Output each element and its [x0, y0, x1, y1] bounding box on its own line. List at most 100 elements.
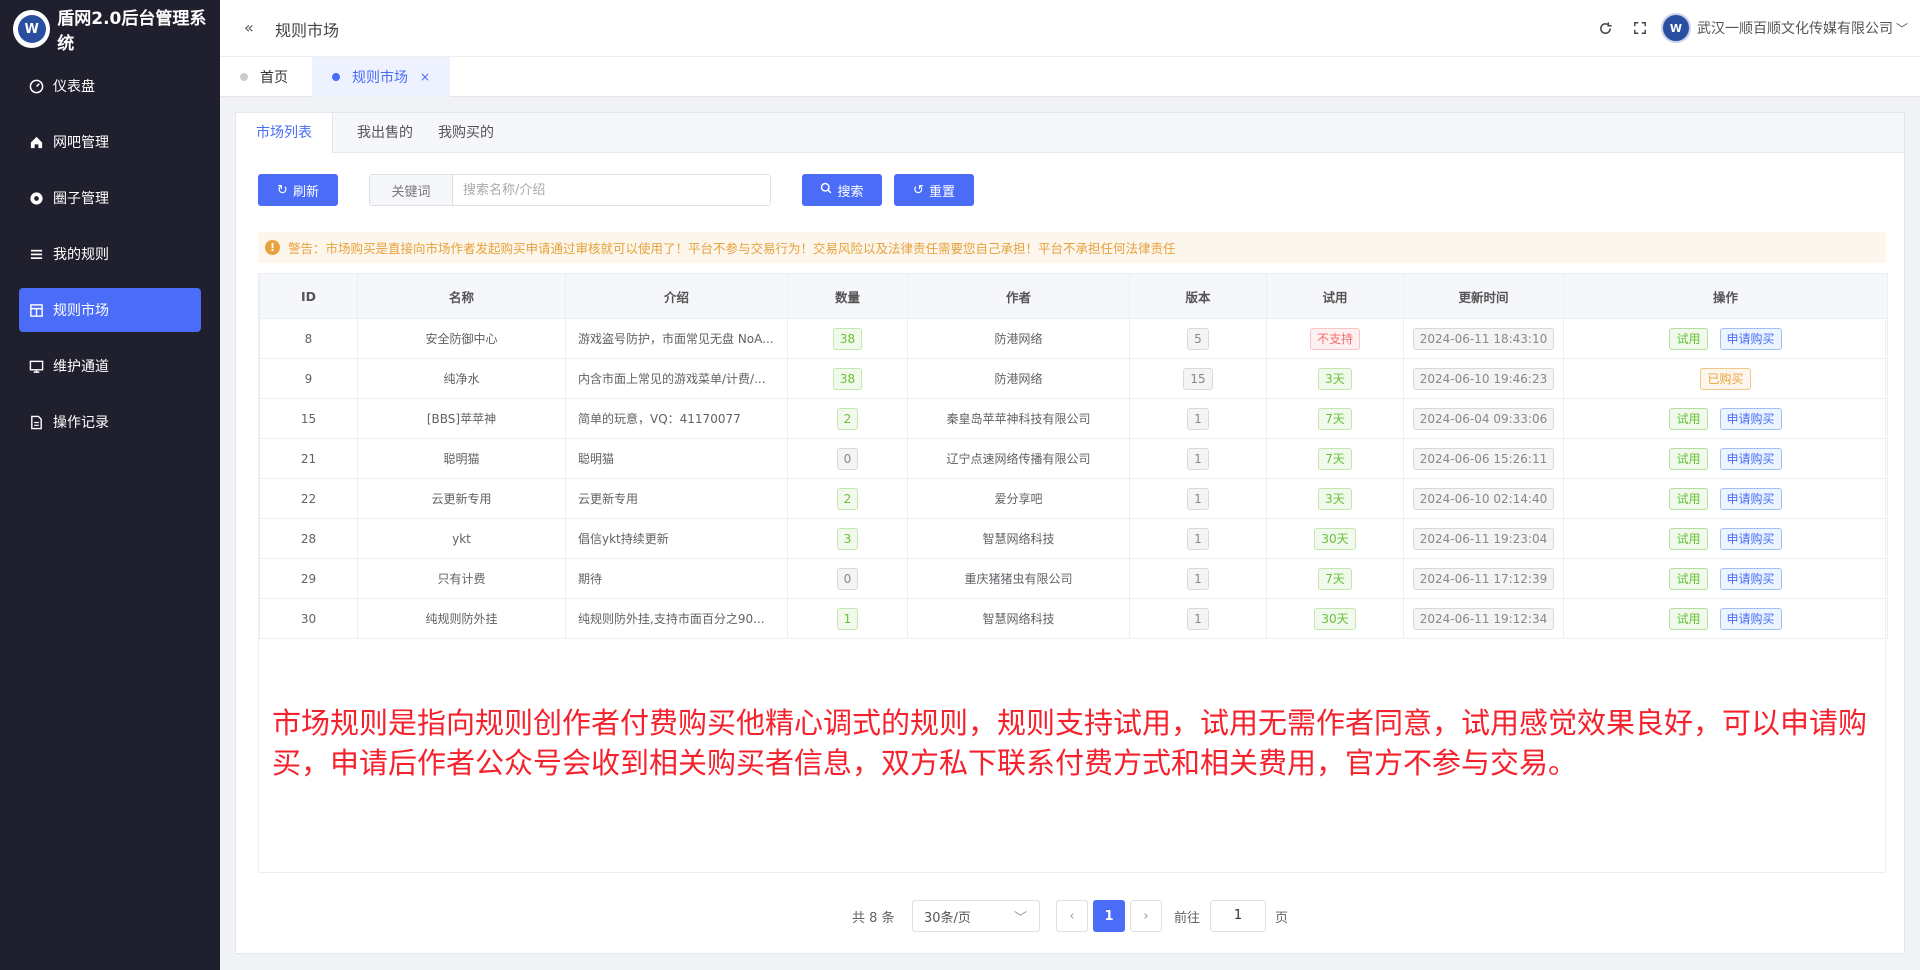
- try-button[interactable]: 试用: [1669, 487, 1708, 510]
- sidebar-item-maintenance[interactable]: 维护通道: [19, 344, 201, 388]
- reset-button[interactable]: ↺ 重置: [894, 174, 974, 206]
- next-page-button[interactable]: ›: [1130, 900, 1162, 932]
- updated-badge: 2024-06-04 09:33:06: [1412, 407, 1555, 430]
- try-button[interactable]: 试用: [1669, 327, 1708, 350]
- sub-tabs: 市场列表 我出售的 我购买的: [236, 113, 1904, 154]
- cell-actions: 试用 申请购买: [1563, 318, 1888, 359]
- cell-updated: 2024-06-11 19:23:04: [1403, 518, 1564, 559]
- try-button[interactable]: 试用: [1669, 527, 1708, 550]
- apply-purchase-button[interactable]: 申请购买: [1719, 447, 1782, 470]
- cell-intro: 纯规则防外挂,支持市面百分之90...: [565, 598, 788, 639]
- table-row: 21 聪明猫 聪明猫 0 辽宁点速网络传播有限公司 1 7天 2024-06-06 15:26…: [259, 438, 1888, 479]
- search-input[interactable]: [453, 175, 770, 205]
- cell-updated: 2024-06-11 19:12:34: [1403, 598, 1564, 639]
- cell-name: 纯净水: [357, 358, 566, 399]
- sidebar-item-operation-log[interactable]: 操作记录: [19, 400, 201, 444]
- cell-id: 29: [259, 558, 358, 599]
- page-size-value: 30条/页: [924, 910, 971, 926]
- sidebar-item-my-rules[interactable]: 我的规则: [19, 232, 201, 276]
- tab-dot-icon: [240, 73, 248, 81]
- goto-label: 前往: [1174, 910, 1201, 926]
- cell-qty: 38: [787, 358, 908, 399]
- chevron-down-icon[interactable]: ﹀: [1896, 20, 1908, 37]
- search-label: 搜索: [837, 184, 864, 200]
- sidebar-item-netbar[interactable]: 网吧管理: [19, 120, 201, 164]
- try-button[interactable]: 试用: [1669, 447, 1708, 470]
- sidebar-item-label: 网吧管理: [53, 135, 109, 151]
- try-button[interactable]: 试用: [1669, 607, 1708, 630]
- cell-author: 重庆猪猪虫有限公司: [907, 558, 1130, 599]
- company-name[interactable]: 武汉一顺百顺文化传媒有限公司: [1697, 18, 1893, 38]
- reload-icon[interactable]: [1589, 13, 1623, 43]
- table-row: 28 ykt 倡信ykt持续更新 3 智慧网络科技 1 30天 2024-06-11 19:2…: [259, 518, 1888, 559]
- cell-author: 秦皇岛苹苹神科技有限公司: [907, 398, 1130, 439]
- keyword-search-group: 关键词: [369, 174, 771, 206]
- cell-trial: 3天: [1266, 478, 1404, 519]
- tab-label: 首页: [260, 70, 288, 86]
- collapse-sidebar-icon[interactable]: «: [244, 18, 254, 37]
- refresh-button[interactable]: ↻ 刷新: [258, 174, 338, 206]
- trial-badge: 7天: [1318, 407, 1352, 430]
- cell-qty: 1: [787, 598, 908, 639]
- tab-rule-market[interactable]: 规则市场 ×: [312, 57, 451, 97]
- app-logo[interactable]: W 盾网2.0后台管理系统: [0, 0, 220, 58]
- try-button[interactable]: 试用: [1669, 567, 1708, 590]
- pagination: 共 8 条 30条/页 ﹀ ‹ 1 › 前往 1 页: [236, 900, 1906, 932]
- tab-market-list[interactable]: 市场列表: [236, 113, 333, 154]
- prev-page-button[interactable]: ‹: [1056, 900, 1088, 932]
- updated-badge: 2024-06-10 19:46:23: [1412, 367, 1555, 390]
- page-number-button[interactable]: 1: [1093, 900, 1125, 932]
- apply-purchase-button[interactable]: 申请购买: [1719, 327, 1782, 350]
- search-button[interactable]: 搜索: [802, 174, 882, 206]
- cell-version: 15: [1129, 358, 1267, 399]
- close-icon[interactable]: ×: [420, 70, 430, 84]
- cell-version: 1: [1129, 598, 1267, 639]
- cell-qty: 38: [787, 318, 908, 359]
- keyword-label: 关键词: [370, 175, 453, 205]
- cell-intro: 游戏盗号防护，市面常见无盘 NoA...: [565, 318, 788, 359]
- cell-trial: 3天: [1266, 358, 1404, 399]
- page-size-select[interactable]: 30条/页 ﹀: [912, 900, 1040, 932]
- cell-trial: 7天: [1266, 558, 1404, 599]
- circle-icon: [28, 190, 44, 206]
- market-table: ID 名称 介绍 数量 作者 版本 试用 更新时间 操作 8 安全防御中心 游戏盗号…: [258, 273, 1888, 873]
- cell-actions: 试用 申请购买: [1563, 518, 1888, 559]
- tab-home[interactable]: 首页: [240, 57, 300, 97]
- apply-purchase-button[interactable]: 申请购买: [1719, 407, 1782, 430]
- sidebar-item-label: 维护通道: [53, 359, 109, 375]
- document-icon: [28, 414, 44, 430]
- cell-updated: 2024-06-10 02:14:40: [1403, 478, 1564, 519]
- qty-badge: 38: [832, 367, 863, 390]
- avatar[interactable]: W: [1660, 13, 1691, 43]
- logo-glyph: W: [17, 15, 46, 43]
- cell-qty: 0: [787, 438, 908, 479]
- cell-name: ykt: [357, 518, 566, 559]
- cell-intro: 倡信ykt持续更新: [565, 518, 788, 559]
- header-actions: W 武汉一顺百顺文化传媒有限公司 ﹀: [1589, 13, 1908, 43]
- apply-purchase-button[interactable]: 申请购买: [1719, 567, 1782, 590]
- apply-purchase-button[interactable]: 申请购买: [1719, 487, 1782, 510]
- apply-purchase-button[interactable]: 申请购买: [1719, 607, 1782, 630]
- sidebar-item-circle[interactable]: 圈子管理: [19, 176, 201, 220]
- cell-name: 安全防御中心: [357, 318, 566, 359]
- apply-purchase-button[interactable]: 申请购买: [1719, 527, 1782, 550]
- cell-id: 22: [259, 478, 358, 519]
- trial-badge: 不支持: [1309, 327, 1360, 350]
- tab-my-bought[interactable]: 我购买的: [418, 113, 514, 153]
- try-button[interactable]: 试用: [1669, 407, 1708, 430]
- cell-id: 8: [259, 318, 358, 359]
- updated-badge: 2024-06-11 18:43:10: [1412, 327, 1555, 350]
- monitor-icon: [28, 358, 44, 374]
- qty-badge: 0: [836, 447, 859, 470]
- reset-icon: ↺: [913, 182, 924, 198]
- cell-name: [BBS]苹苹神: [357, 398, 566, 439]
- list-icon: [28, 246, 44, 262]
- sidebar-item-rule-market[interactable]: 规则市场: [19, 288, 201, 332]
- cell-intro: 期待: [565, 558, 788, 599]
- bought-badge: 已购买: [1700, 367, 1751, 390]
- goto-page-input[interactable]: 1: [1210, 900, 1266, 932]
- sidebar-item-dashboard[interactable]: 仪表盘: [19, 64, 201, 108]
- column-header: 作者: [907, 273, 1130, 319]
- fullscreen-icon[interactable]: [1623, 13, 1657, 43]
- chevron-left-icon: ‹: [1069, 908, 1075, 924]
